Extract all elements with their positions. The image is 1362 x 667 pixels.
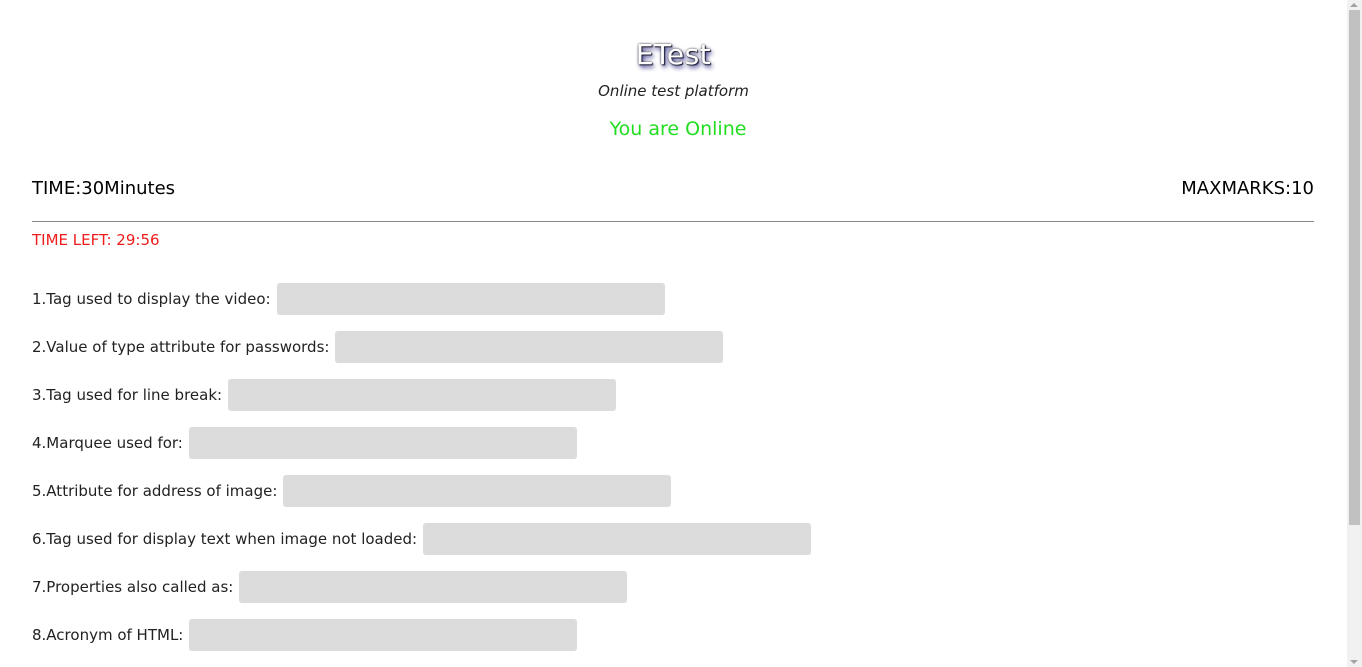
answer-input-6[interactable] [423, 523, 812, 555]
question-7: 7.Properties also called as: [32, 571, 628, 603]
question-label: 2.Value of type attribute for passwords: [32, 338, 330, 356]
exam-max-marks: MAXMARKS:10 [1181, 178, 1314, 199]
vertical-scrollbar[interactable] [1347, 0, 1362, 667]
scroll-up-arrow-icon[interactable] [1350, 3, 1358, 7]
question-2: 2.Value of type attribute for passwords: [32, 331, 724, 363]
divider [32, 221, 1314, 222]
question-label: 5.Attribute for address of image: [32, 482, 278, 500]
question-label: 1.Tag used to display the video: [32, 290, 271, 308]
scroll-down-arrow-icon[interactable] [1350, 660, 1358, 664]
question-label: 4.Marquee used for: [32, 434, 183, 452]
answer-input-4[interactable] [188, 427, 577, 459]
time-left: TIME LEFT: 29:56 [32, 231, 160, 249]
question-label: 6.Tag used for display text when image n… [32, 530, 418, 548]
question-5: 5.Attribute for address of image: [32, 475, 672, 507]
answer-input-2[interactable] [335, 331, 724, 363]
online-status: You are Online [609, 118, 747, 140]
brand-tagline: Online test platform [598, 82, 749, 100]
answer-input-1[interactable] [276, 283, 665, 315]
question-label: 7.Properties also called as: [32, 578, 234, 596]
question-label: 8.Acronym of HTML: [32, 626, 184, 644]
question-label: 3.Tag used for line break: [32, 386, 223, 404]
answer-input-8[interactable] [189, 619, 578, 651]
brand-title: ETest [635, 38, 712, 71]
scrollbar-thumb[interactable] [1349, 10, 1360, 525]
question-1: 1.Tag used to display the video: [32, 283, 665, 315]
answer-input-3[interactable] [228, 379, 617, 411]
main-content: ETest Online test platform You are Onlin… [0, 0, 1347, 667]
page: ETest Online test platform You are Onlin… [0, 0, 1362, 667]
exam-time: TIME:30Minutes [32, 178, 176, 199]
answer-input-5[interactable] [283, 475, 672, 507]
question-6: 6.Tag used for display text when image n… [32, 523, 812, 555]
answer-input-7[interactable] [239, 571, 628, 603]
question-3: 3.Tag used for line break: [32, 379, 617, 411]
question-8: 8.Acronym of HTML: [32, 619, 578, 651]
question-4: 4.Marquee used for: [32, 427, 577, 459]
